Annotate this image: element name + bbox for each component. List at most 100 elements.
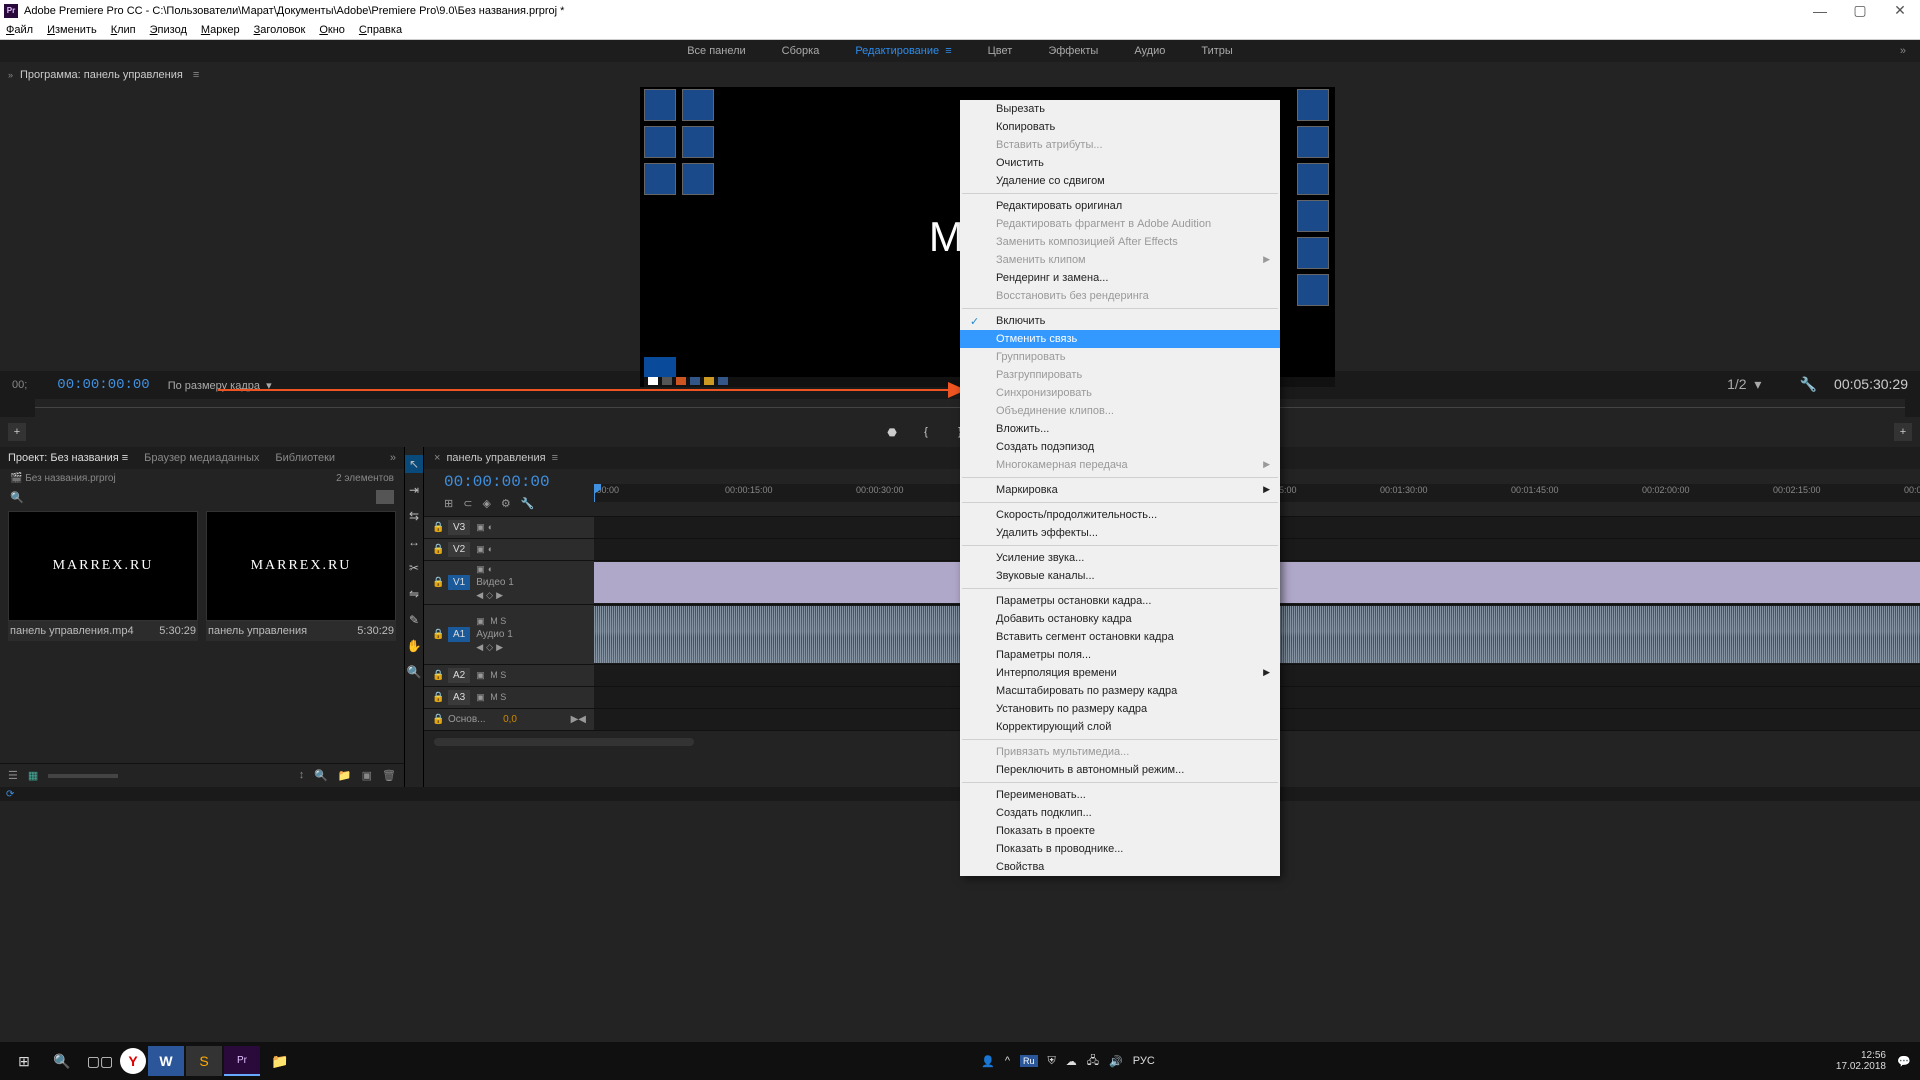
add-marker-button[interactable]: +	[8, 423, 26, 441]
ws-effects[interactable]: Эффекты	[1030, 45, 1116, 57]
context-item[interactable]: Рендеринг и замена...	[960, 269, 1280, 287]
context-item[interactable]: Удалить эффекты...	[960, 524, 1280, 542]
keyframe-add-icon[interactable]: ◇	[486, 590, 493, 601]
project-item[interactable]: MARREX.RU панель управления5:30:29	[206, 511, 396, 641]
minimize-button[interactable]: —	[1800, 0, 1840, 21]
snap-icon[interactable]: ⊞	[444, 497, 453, 510]
tab-project[interactable]: Проект: Без названия ≡	[8, 452, 128, 464]
tray-volume-icon[interactable]: 🔊	[1109, 1055, 1123, 1068]
menu-marker[interactable]: Маркер	[201, 24, 240, 36]
context-item[interactable]: Включить✓	[960, 312, 1280, 330]
link-icon[interactable]: ⊂	[463, 497, 472, 510]
tray-lang[interactable]: РУС	[1133, 1055, 1155, 1067]
list-view-icon[interactable]: ☰	[8, 769, 18, 782]
resolution-dropdown[interactable]: 1/2 ▾	[1727, 376, 1761, 392]
toggle-sync-icon[interactable]: ◐	[488, 544, 493, 555]
current-timecode[interactable]: 00:00:00:00	[57, 377, 149, 393]
context-item[interactable]: Параметры остановки кадра...	[960, 592, 1280, 610]
toggle-sync-icon[interactable]: ◐	[488, 564, 493, 575]
maximize-button[interactable]: ▢	[1840, 0, 1880, 21]
sublime-icon[interactable]: S	[186, 1046, 222, 1076]
mute-icon[interactable]: ▣	[476, 670, 485, 681]
tab-media-browser[interactable]: Браузер медиаданных	[144, 452, 259, 464]
context-item[interactable]: Переключить в автономный режим...	[960, 761, 1280, 779]
ripple-tool[interactable]: ⇆	[405, 507, 423, 525]
tray-defender-icon[interactable]: ⛨	[1048, 1055, 1056, 1068]
collapse-icon[interactable]: ▶◀	[571, 714, 586, 725]
timeline-timecode[interactable]: 00:00:00:00	[434, 469, 594, 495]
context-item[interactable]: Параметры поля...	[960, 646, 1280, 664]
context-item[interactable]: Вставить сегмент остановки кадра	[960, 628, 1280, 646]
hand-tool[interactable]: ✋	[405, 637, 423, 655]
new-item-icon[interactable]: ▣	[362, 769, 372, 782]
tab-libraries[interactable]: Библиотеки	[275, 452, 335, 464]
toggle-output-icon[interactable]: ▣	[476, 544, 485, 555]
lock-icon[interactable]: 🔒	[432, 692, 442, 703]
lock-icon[interactable]: 🔒	[432, 670, 442, 681]
mute-icon[interactable]: ▣	[476, 692, 485, 703]
tray-cloud-icon[interactable]: ☁	[1066, 1055, 1077, 1068]
menu-edit[interactable]: Изменить	[47, 24, 97, 36]
search-icon[interactable]: 🔍	[44, 1046, 80, 1076]
context-item[interactable]: Показать в проводнике...	[960, 840, 1280, 858]
toggle-sync-icon[interactable]: ◐	[488, 522, 493, 533]
menu-sequence[interactable]: Эпизод	[150, 24, 187, 36]
search-icon[interactable]: 🔍	[10, 491, 24, 504]
ws-assembly[interactable]: Сборка	[764, 45, 838, 57]
tray-app-icon[interactable]: Ru	[1020, 1055, 1038, 1067]
context-item[interactable]: Свойства	[960, 858, 1280, 876]
lock-icon[interactable]: 🔒	[432, 629, 442, 640]
playhead[interactable]	[594, 484, 595, 502]
yandex-icon[interactable]: Y	[120, 1048, 146, 1074]
menu-file[interactable]: Файл	[6, 24, 33, 36]
word-icon[interactable]: W	[148, 1046, 184, 1076]
context-item[interactable]: Очистить	[960, 154, 1280, 172]
rate-stretch-tool[interactable]: ↔	[405, 533, 423, 551]
track-label[interactable]: V2	[448, 542, 470, 557]
context-item[interactable]: Добавить остановку кадра	[960, 610, 1280, 628]
track-label[interactable]: A3	[448, 690, 470, 705]
ws-audio[interactable]: Аудио	[1116, 45, 1183, 57]
razor-tool[interactable]: ✂	[405, 559, 423, 577]
project-item[interactable]: MARREX.RU панель управления.mp45:30:29	[8, 511, 198, 641]
timeline-tab[interactable]: панель управления	[446, 452, 545, 464]
ws-titles[interactable]: Титры	[1183, 45, 1250, 57]
pen-tool[interactable]: ✎	[405, 611, 423, 629]
settings-icon[interactable]: ⚙	[501, 497, 511, 510]
context-item[interactable]: Удаление со сдвигом	[960, 172, 1280, 190]
menu-help[interactable]: Справка	[359, 24, 402, 36]
marker-icon[interactable]: ⬣	[884, 424, 900, 440]
trash-icon[interactable]: 🗑	[382, 769, 396, 782]
panel-menu-icon[interactable]: ≡	[193, 69, 199, 81]
toggle-output-icon[interactable]: ▣	[476, 522, 485, 533]
lock-icon[interactable]: 🔒	[432, 714, 442, 725]
marker-icon[interactable]: ◈	[482, 497, 490, 510]
explorer-icon[interactable]: 📁	[262, 1046, 298, 1076]
context-item[interactable]: Создать подклип...	[960, 804, 1280, 822]
find-icon[interactable]: 🔍	[314, 769, 328, 782]
sort-icon[interactable]: ↕	[299, 769, 305, 782]
lock-icon[interactable]: 🔒	[432, 577, 442, 588]
wrench-icon[interactable]: 🔧	[1800, 376, 1817, 392]
wrench-icon[interactable]: 🔧	[521, 497, 535, 510]
lock-icon[interactable]: 🔒	[432, 544, 442, 555]
mute-icon[interactable]: ▣	[476, 616, 485, 627]
context-item[interactable]: Масштабировать по размеру кадра	[960, 682, 1280, 700]
context-item[interactable]: Редактировать оригинал	[960, 197, 1280, 215]
context-item[interactable]: Вложить...	[960, 420, 1280, 438]
zoom-tool[interactable]: 🔍	[405, 663, 423, 681]
folder-icon[interactable]	[376, 490, 394, 504]
track-select-tool[interactable]: ⇥	[405, 481, 423, 499]
button-editor[interactable]: +	[1894, 423, 1912, 441]
context-item[interactable]: Звуковые каналы...	[960, 567, 1280, 585]
collapse-icon[interactable]: »	[8, 70, 13, 80]
track-label[interactable]: A2	[448, 668, 470, 683]
toggle-output-icon[interactable]: ▣	[476, 564, 485, 575]
context-item[interactable]: Создать подэпизод	[960, 438, 1280, 456]
context-item[interactable]: Корректирующий слой	[960, 718, 1280, 736]
task-view-icon[interactable]: ▢▢	[82, 1046, 118, 1076]
keyframe-add-icon[interactable]: ◇	[486, 642, 493, 653]
context-item[interactable]: Вырезать	[960, 100, 1280, 118]
ws-editing[interactable]: Редактирование ≡	[837, 45, 969, 57]
menu-window[interactable]: Окно	[319, 24, 345, 36]
